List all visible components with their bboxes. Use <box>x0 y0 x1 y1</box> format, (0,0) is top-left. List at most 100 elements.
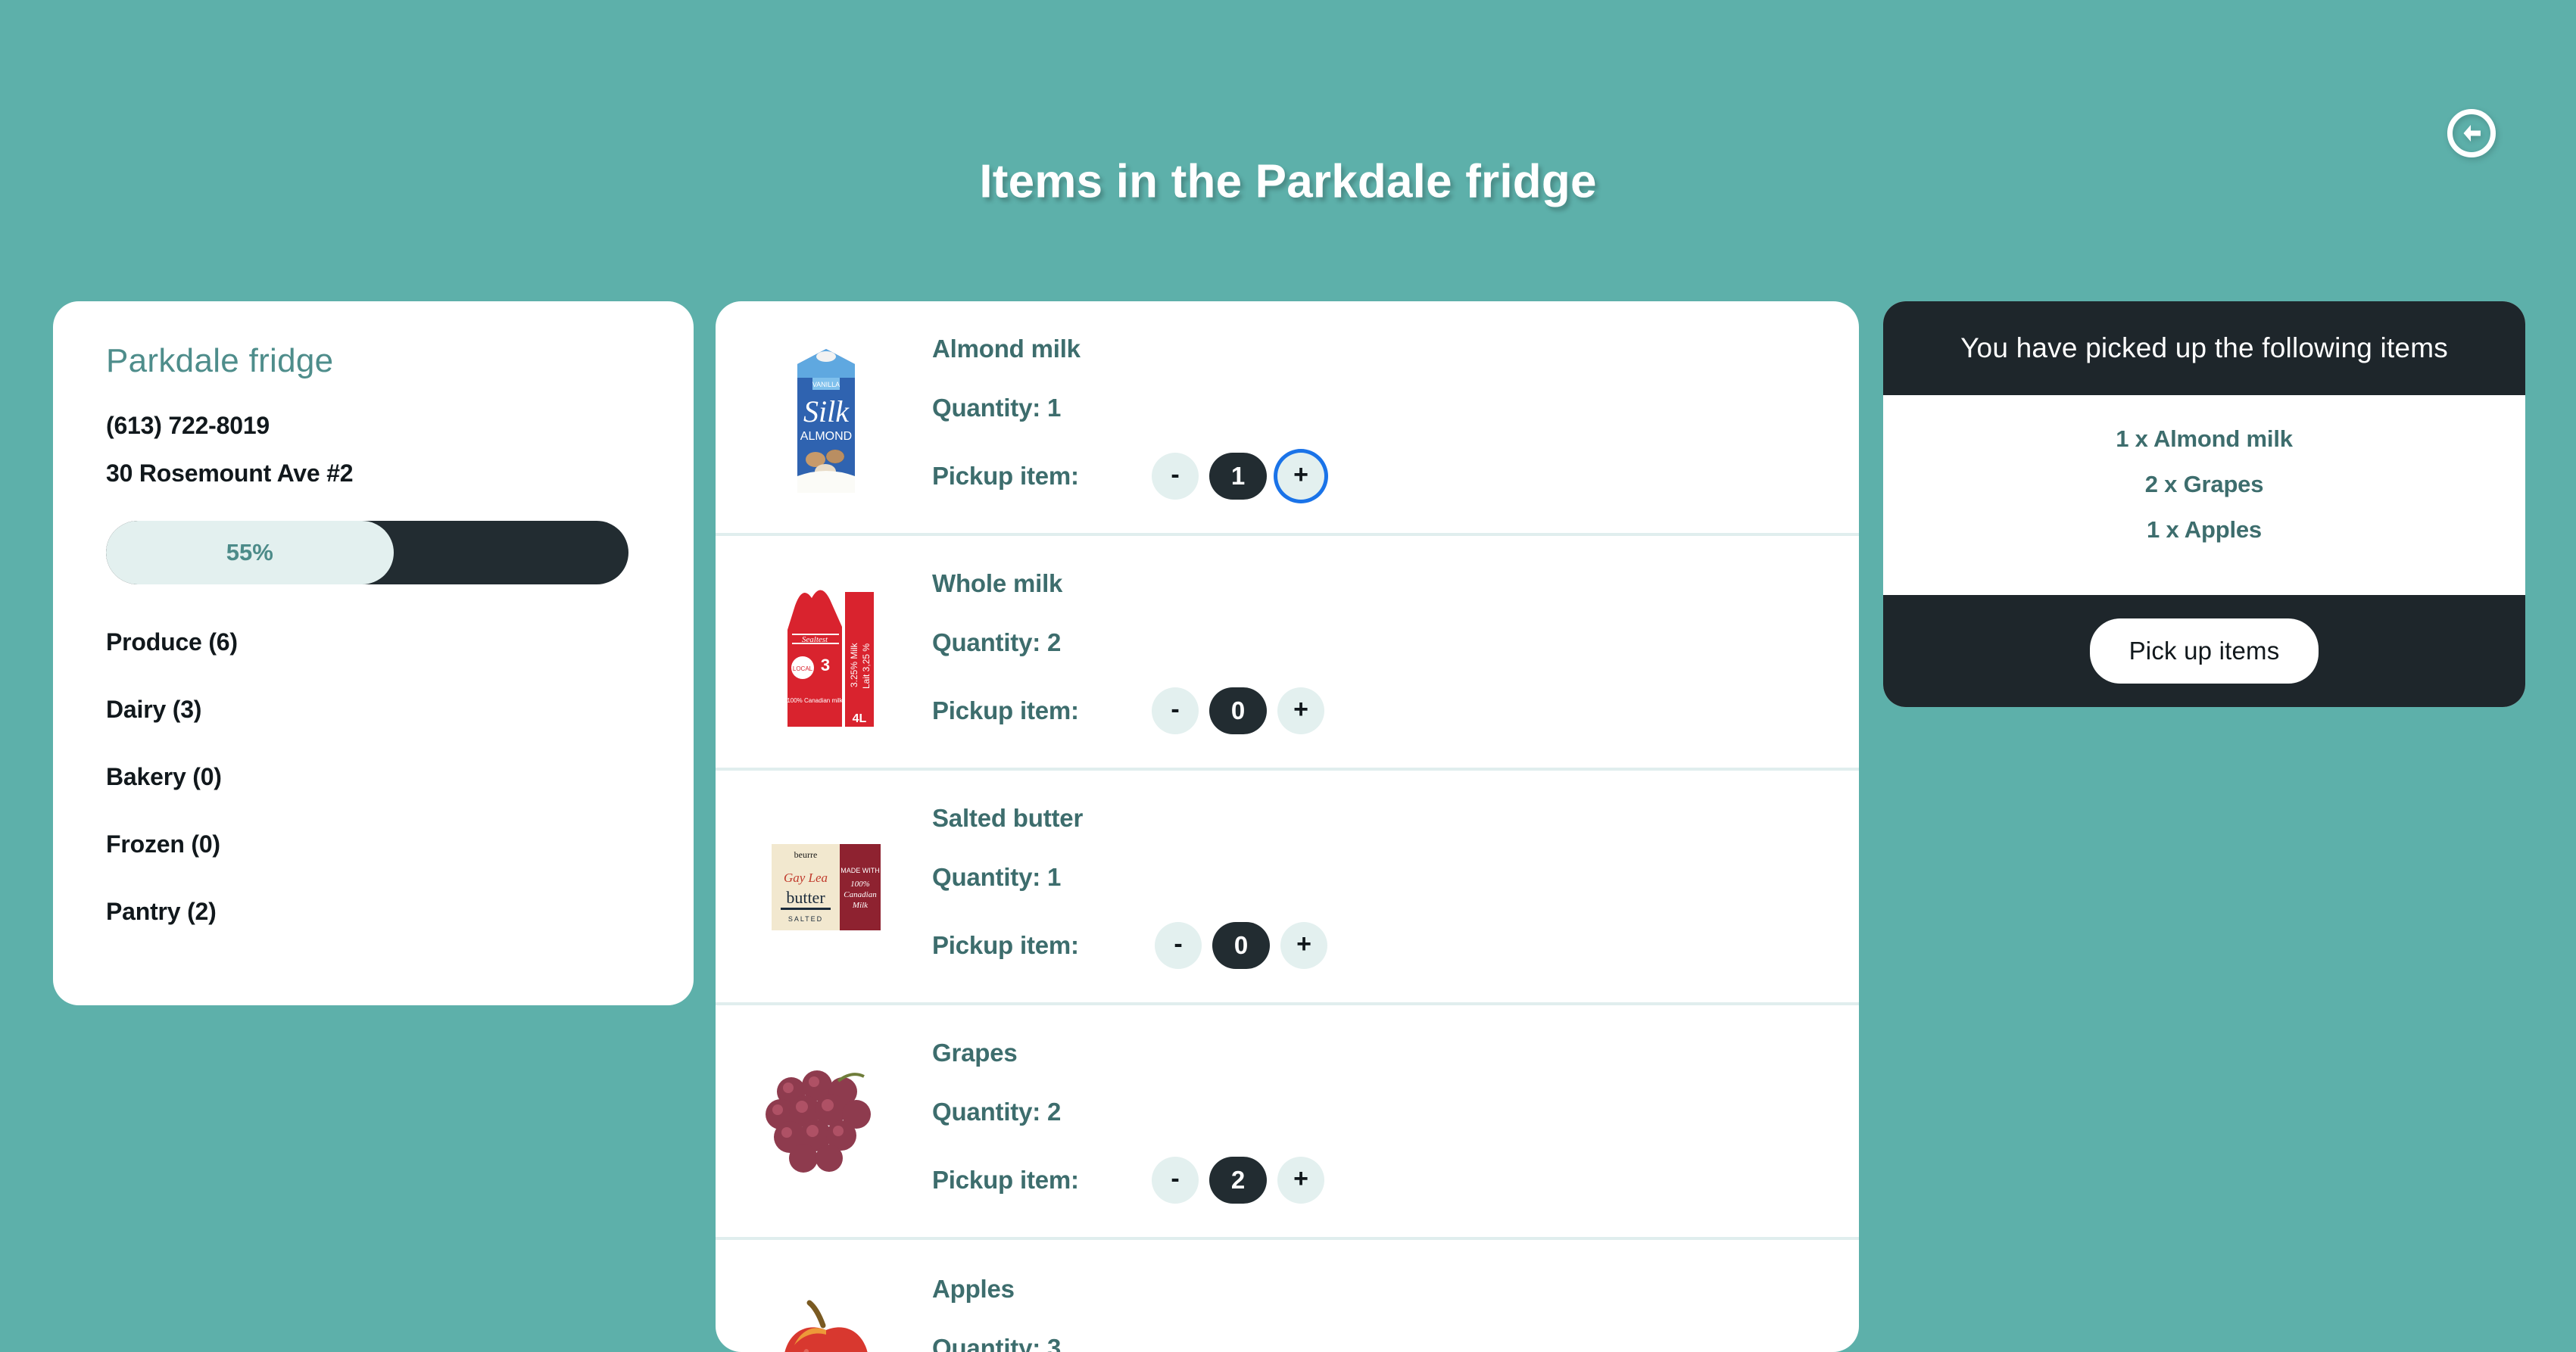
category-item-label: Produce (6) <box>106 628 238 656</box>
category-item[interactable]: Bakery (0) <box>106 763 641 791</box>
item-name: Grapes <box>932 1039 1018 1067</box>
category-item-label: Bakery (0) <box>106 763 222 790</box>
category-item-label: Frozen (0) <box>106 830 220 858</box>
fridge-name: Parkdale fridge <box>106 342 334 379</box>
pickup-quantity-stepper: -2 + <box>1152 1157 1324 1204</box>
svg-text:Canadian: Canadian <box>844 890 877 899</box>
red-apple-image <box>758 1270 894 1352</box>
item-quantity: Quantity: 2 <box>932 628 1062 656</box>
main-board: Parkdale fridge (613) 722-8019 30 Rosemo… <box>0 301 2576 1352</box>
pickup-quantity-stepper: -1 + <box>1152 453 1324 500</box>
svg-text:ALMOND: ALMOND <box>800 430 852 443</box>
capacity-progress-bar: 55% <box>106 521 628 584</box>
svg-text:100% Canadian milk: 100% Canadian milk <box>787 697 843 704</box>
increment-button[interactable]: + <box>1277 453 1324 500</box>
svg-text:3: 3 <box>821 656 830 674</box>
svg-text:Milk: Milk <box>852 901 869 910</box>
svg-text:butter: butter <box>786 888 825 907</box>
item-quantity: Quantity: 1 <box>932 863 1062 891</box>
items-scroll-area[interactable]: VANILLA Silk ALMOND Almond milk Quantity: 1 P… <box>716 301 1859 1352</box>
capacity-percent-label: 55% <box>226 539 273 565</box>
arrow-left-icon <box>2458 120 2485 147</box>
item-info: Almond milk Quantity: 1 Pickup item: -1 + <box>932 335 1817 500</box>
pickup-item-label: Pickup item: <box>932 462 1079 490</box>
svg-text:LOCAL: LOCAL <box>793 665 813 672</box>
increment-button[interactable]: + <box>1277 1157 1324 1204</box>
picked-up-panel: You have picked up the following items 1… <box>1883 301 2525 707</box>
svg-text:Lait 3,25 %: Lait 3,25 % <box>861 643 872 689</box>
pickup-count-value: 0 <box>1212 922 1270 969</box>
salted-butter-box-image: beurre Gay Lea butter SALTED MADE WITH 100% Ca… <box>758 799 894 974</box>
pickup-row: Pickup item: -0 + <box>932 687 1817 734</box>
items-list-card: VANILLA Silk ALMOND Almond milk Quantity: 1 P… <box>716 301 1859 1352</box>
item-quantity: Quantity: 3 <box>932 1334 1062 1352</box>
decrement-button[interactable]: - <box>1152 1157 1199 1204</box>
pickup-quantity-stepper: -0 + <box>1152 687 1324 734</box>
page-title: Items in the Parkdale fridge <box>979 155 1597 208</box>
category-item[interactable]: Dairy (3) <box>106 696 641 724</box>
category-item[interactable]: Produce (6) <box>106 628 641 656</box>
svg-text:3.25% Milk: 3.25% Milk <box>849 642 859 687</box>
category-list: Produce (6) Dairy (3) Bakery (0) Frozen (0)… <box>106 628 641 926</box>
item-row: Sealtest LOCAL 3 100% Canadian milk 3.25% Mi… <box>716 536 1859 771</box>
category-item[interactable]: Pantry (2) <box>106 898 641 926</box>
item-row: ApplesQuantity: 3Pickup item:-0+ <box>716 1240 1859 1352</box>
decrement-button[interactable]: - <box>1152 453 1199 500</box>
pickup-item-label: Pickup item: <box>932 1166 1079 1194</box>
item-info: Salted butter Quantity: 1 Pickup item: -0 + <box>932 804 1817 969</box>
decrement-button[interactable]: - <box>1155 922 1202 969</box>
picked-up-item: 1 x Almond milk <box>2116 425 2293 452</box>
svg-text:beurre: beurre <box>794 849 818 860</box>
item-quantity: Quantity: 1 <box>932 394 1062 422</box>
grapes-bunch-image <box>758 1034 894 1208</box>
svg-text:MADE WITH: MADE WITH <box>840 867 880 874</box>
svg-text:100%: 100% <box>850 880 870 889</box>
pickup-count-value: 2 <box>1209 1157 1267 1204</box>
pickup-item-label: Pickup item: <box>932 696 1079 724</box>
pickup-count-value: 0 <box>1209 687 1267 734</box>
svg-text:Sealtest: Sealtest <box>802 635 828 644</box>
category-item-label: Dairy (3) <box>106 696 202 723</box>
pickup-item-label: Pickup item: <box>932 931 1079 959</box>
category-item[interactable]: Frozen (0) <box>106 830 641 858</box>
svg-text:Gay Lea: Gay Lea <box>784 871 828 885</box>
increment-button[interactable]: + <box>1277 687 1324 734</box>
back-button[interactable] <box>2447 109 2496 157</box>
increment-button[interactable]: + <box>1280 922 1327 969</box>
picked-up-item: 2 x Grapes <box>2144 471 2264 497</box>
item-row: Grapes Quantity: 2 Pickup item: -2 + <box>716 1005 1859 1240</box>
page-header: Items in the Parkdale fridge <box>0 0 2576 273</box>
almond-milk-carton-image: VANILLA Silk ALMOND <box>758 330 894 504</box>
item-name: Salted butter <box>932 804 1084 832</box>
picked-up-list: 1 x Almond milk 2 x Grapes 1 x Apples <box>1883 395 2525 595</box>
pickup-row: Pickup item: -1 + <box>932 453 1817 500</box>
item-name: Whole milk <box>932 569 1063 597</box>
picked-up-heading: You have picked up the following items <box>1883 301 2525 395</box>
pickup-count-value: 1 <box>1209 453 1267 500</box>
category-item-label: Pantry (2) <box>106 898 217 925</box>
pick-up-items-button[interactable]: Pick up items <box>2089 618 2319 684</box>
item-name: Almond milk <box>932 335 1081 363</box>
whole-milk-bag-image: Sealtest LOCAL 3 100% Canadian milk 3.25% Mi… <box>758 565 894 739</box>
fridge-info-card: Parkdale fridge (613) 722-8019 30 Rosemo… <box>53 301 694 1005</box>
pickup-quantity-stepper: -0 + <box>1155 922 1327 969</box>
svg-text:VANILLA: VANILLA <box>812 381 840 388</box>
pickup-row: Pickup item: -0 + <box>932 922 1817 969</box>
svg-text:Silk: Silk <box>803 394 850 428</box>
decrement-button[interactable]: - <box>1152 687 1199 734</box>
capacity-progress-fill: 55% <box>106 521 394 584</box>
item-name: Apples <box>932 1275 1015 1303</box>
item-info: Whole milk Quantity: 2 Pickup item: -0 + <box>932 569 1817 734</box>
item-info: ApplesQuantity: 3Pickup item:-0+ <box>932 1275 1817 1352</box>
picked-up-footer: Pick up items <box>1883 595 2525 707</box>
fridge-address: 30 Rosemount Ave #2 <box>106 459 354 487</box>
svg-text:4L: 4L <box>853 712 867 725</box>
picked-up-item: 1 x Apples <box>2147 516 2262 543</box>
pickup-row: Pickup item: -2 + <box>932 1157 1817 1204</box>
fridge-phone: (613) 722-8019 <box>106 412 270 439</box>
item-info: Grapes Quantity: 2 Pickup item: -2 + <box>932 1039 1817 1204</box>
svg-text:SALTED: SALTED <box>788 915 823 923</box>
item-row: VANILLA Silk ALMOND Almond milk Quantity: 1 P… <box>716 301 1859 536</box>
item-quantity: Quantity: 2 <box>932 1098 1062 1126</box>
item-row: beurre Gay Lea butter SALTED MADE WITH 100% Ca… <box>716 771 1859 1005</box>
